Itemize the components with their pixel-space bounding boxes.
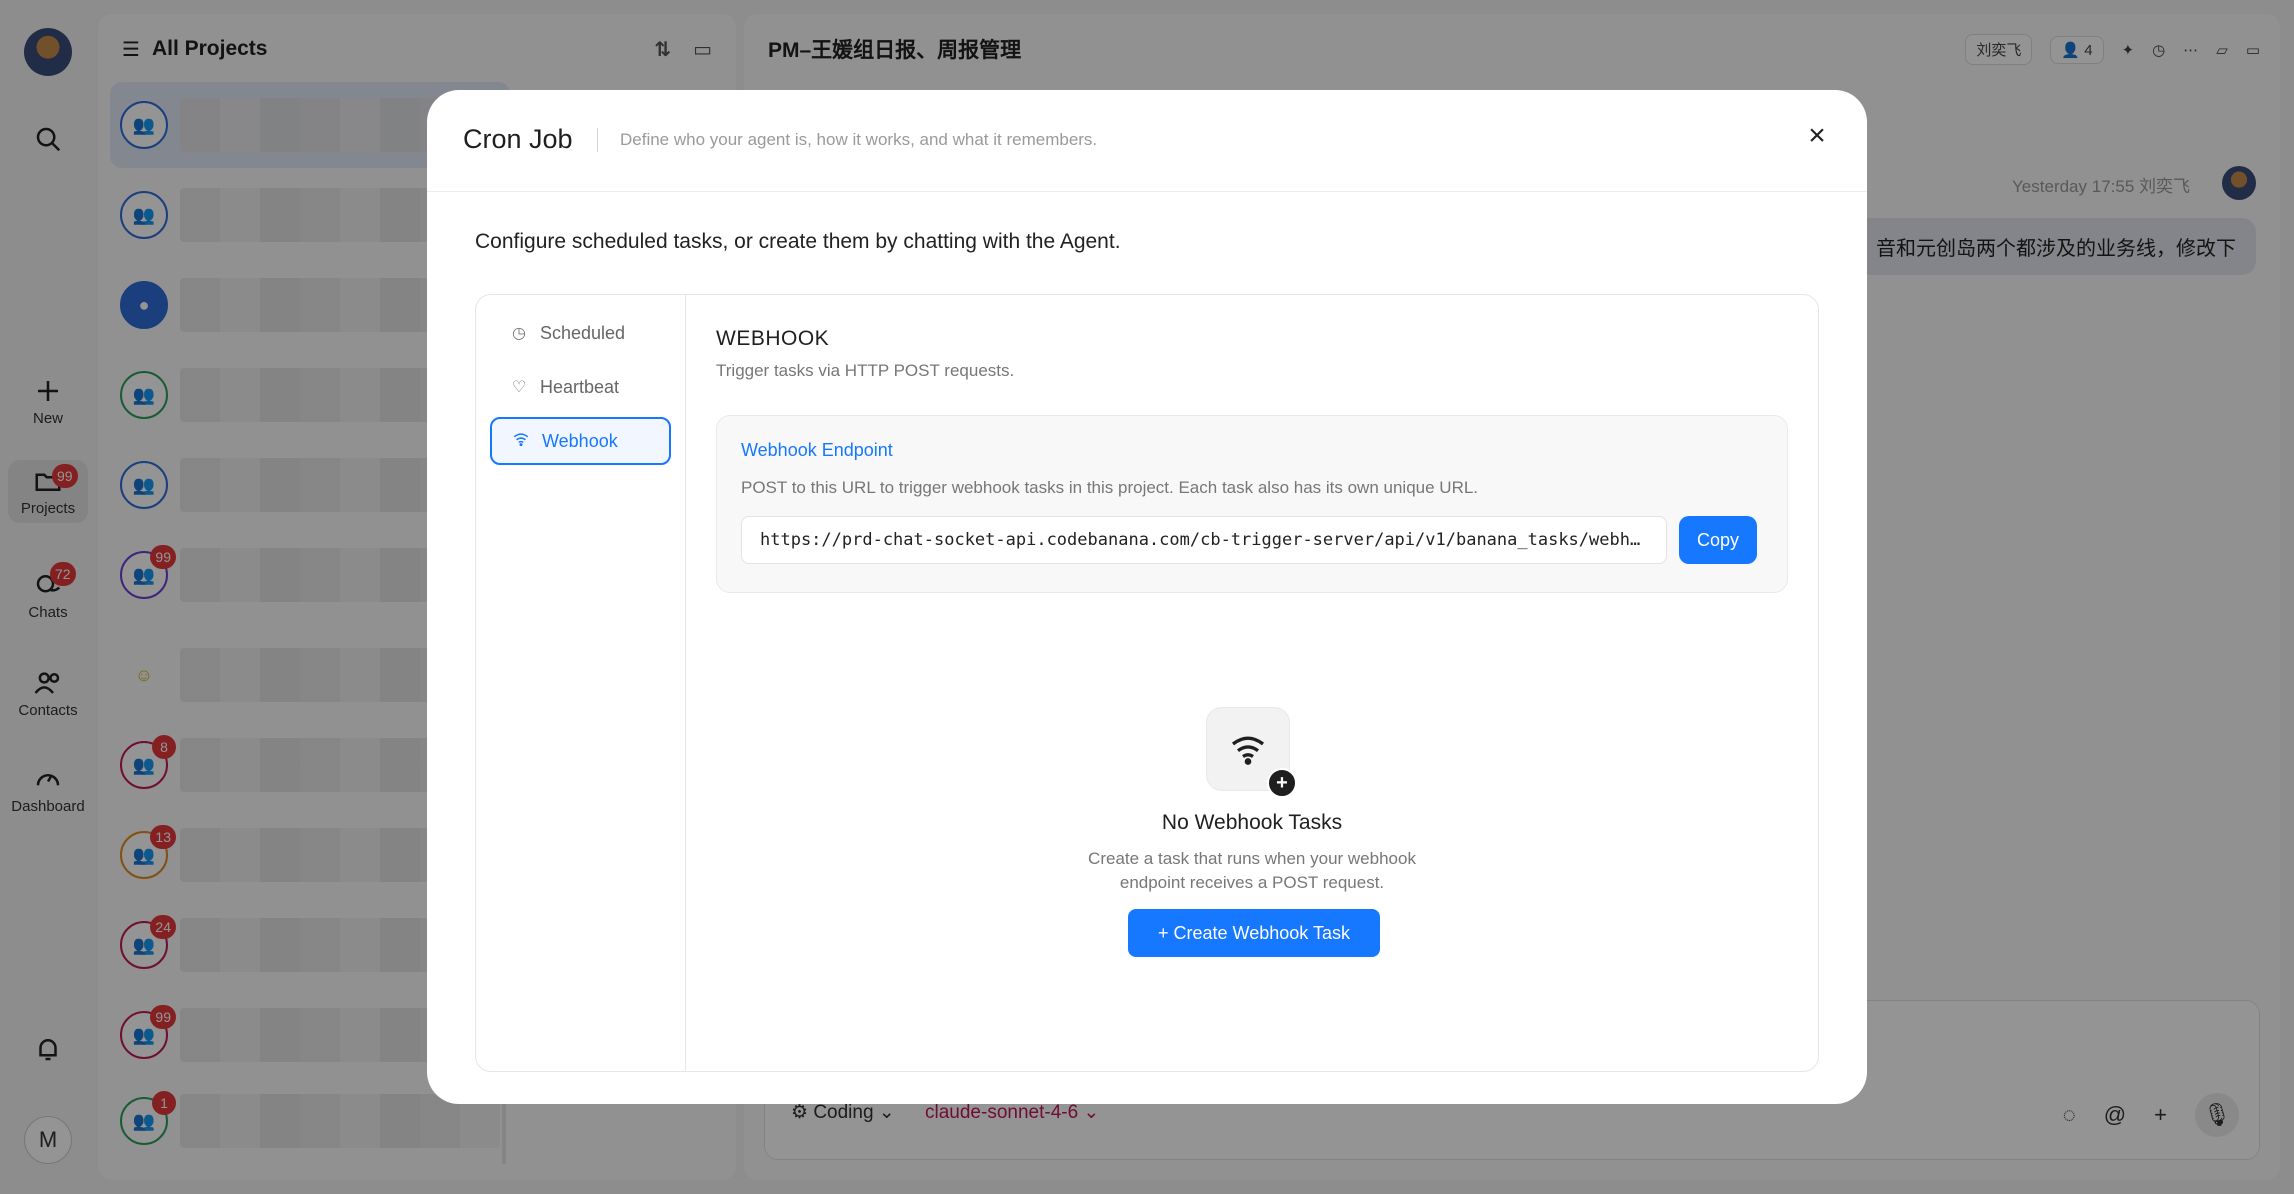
close-button[interactable]: ×	[1799, 118, 1835, 154]
modal-header: Cron Job Define who your agent is, how i…	[427, 90, 1867, 192]
nav-label: Webhook	[542, 430, 618, 451]
modal-subtitle: Define who your agent is, how it works, …	[620, 130, 1098, 149]
cron-job-modal: Cron Job Define who your agent is, how i…	[427, 90, 1867, 1104]
nav-label: Scheduled	[540, 322, 626, 343]
plus-icon: +	[1267, 768, 1297, 798]
cron-nav: ◷ Scheduled ♡ Heartbeat Webhook	[476, 295, 686, 1071]
webhook-content: WEBHOOK Trigger tasks via HTTP POST requ…	[686, 295, 1818, 1071]
heart-icon: ♡	[511, 379, 527, 396]
create-webhook-task-button[interactable]: + Create Webhook Task	[1128, 909, 1380, 957]
empty-state-description-wrap: Create a task that runs when your webhoo…	[686, 847, 1818, 895]
section-title: WEBHOOK	[716, 327, 830, 350]
webhook-endpoint-card: Webhook Endpoint POST to this URL to tri…	[716, 415, 1788, 593]
section-subtitle: Trigger tasks via HTTP POST requests.	[716, 361, 1015, 380]
empty-state-description: Create a task that runs when your webhoo…	[1088, 849, 1416, 892]
nav-item-scheduled[interactable]: ◷ Scheduled	[490, 309, 671, 357]
cron-settings-panel: ◷ Scheduled ♡ Heartbeat Webhook WEBHOOK …	[475, 294, 1819, 1072]
endpoint-url-field[interactable]: https://prd-chat-socket-api.codebanana.c…	[741, 516, 1667, 564]
nav-item-heartbeat[interactable]: ♡ Heartbeat	[490, 363, 671, 411]
nav-item-webhook[interactable]: Webhook	[490, 417, 671, 465]
modal-intro: Configure scheduled tasks, or create the…	[475, 230, 1121, 253]
endpoint-description: POST to this URL to trigger webhook task…	[741, 478, 1479, 497]
endpoint-title: Webhook Endpoint	[741, 440, 893, 460]
copy-button[interactable]: Copy	[1679, 516, 1757, 564]
clock-icon: ◷	[512, 325, 526, 342]
title-separator	[597, 128, 598, 152]
modal-title: Cron Job	[463, 124, 573, 154]
empty-state-title: No Webhook Tasks	[1161, 811, 1343, 834]
nav-label: Heartbeat	[540, 376, 620, 397]
wifi-icon	[510, 430, 532, 453]
wifi-icon	[1231, 736, 1265, 765]
close-icon: ×	[1808, 119, 1826, 152]
empty-state-icon: +	[1206, 707, 1297, 798]
